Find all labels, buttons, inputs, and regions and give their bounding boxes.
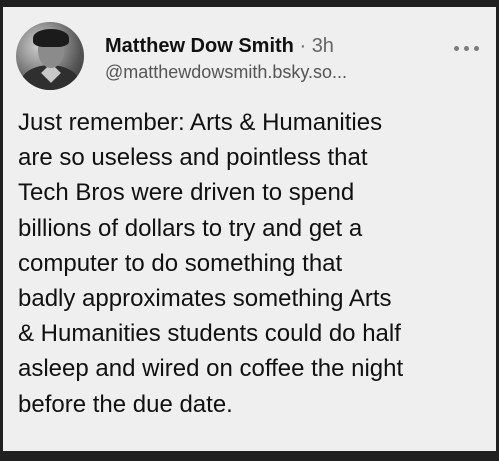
avatar-hair xyxy=(33,29,69,47)
author-avatar[interactable] xyxy=(16,22,84,90)
author-display-name[interactable]: Matthew Dow Smith xyxy=(105,35,294,57)
more-dot-icon xyxy=(453,45,459,51)
author-handle[interactable]: @matthewdowsmith.bsky.so... xyxy=(105,60,347,84)
more-dot-icon xyxy=(473,45,479,51)
screenshot-frame: Matthew Dow Smith · 3h @matthewdowsmith.… xyxy=(0,0,499,461)
post-header: Matthew Dow Smith · 3h @matthewdowsmith.… xyxy=(3,7,496,99)
post-card: Matthew Dow Smith · 3h @matthewdowsmith.… xyxy=(3,7,496,451)
post-time: 3h xyxy=(311,35,334,57)
name-time-separator: · xyxy=(299,35,307,57)
more-dot-icon xyxy=(463,45,469,51)
more-horizontal-icon[interactable] xyxy=(448,38,484,58)
post-text: Just remember: Arts & Humanities are so … xyxy=(18,109,404,418)
author-name-row: Matthew Dow Smith · 3h xyxy=(105,31,334,61)
